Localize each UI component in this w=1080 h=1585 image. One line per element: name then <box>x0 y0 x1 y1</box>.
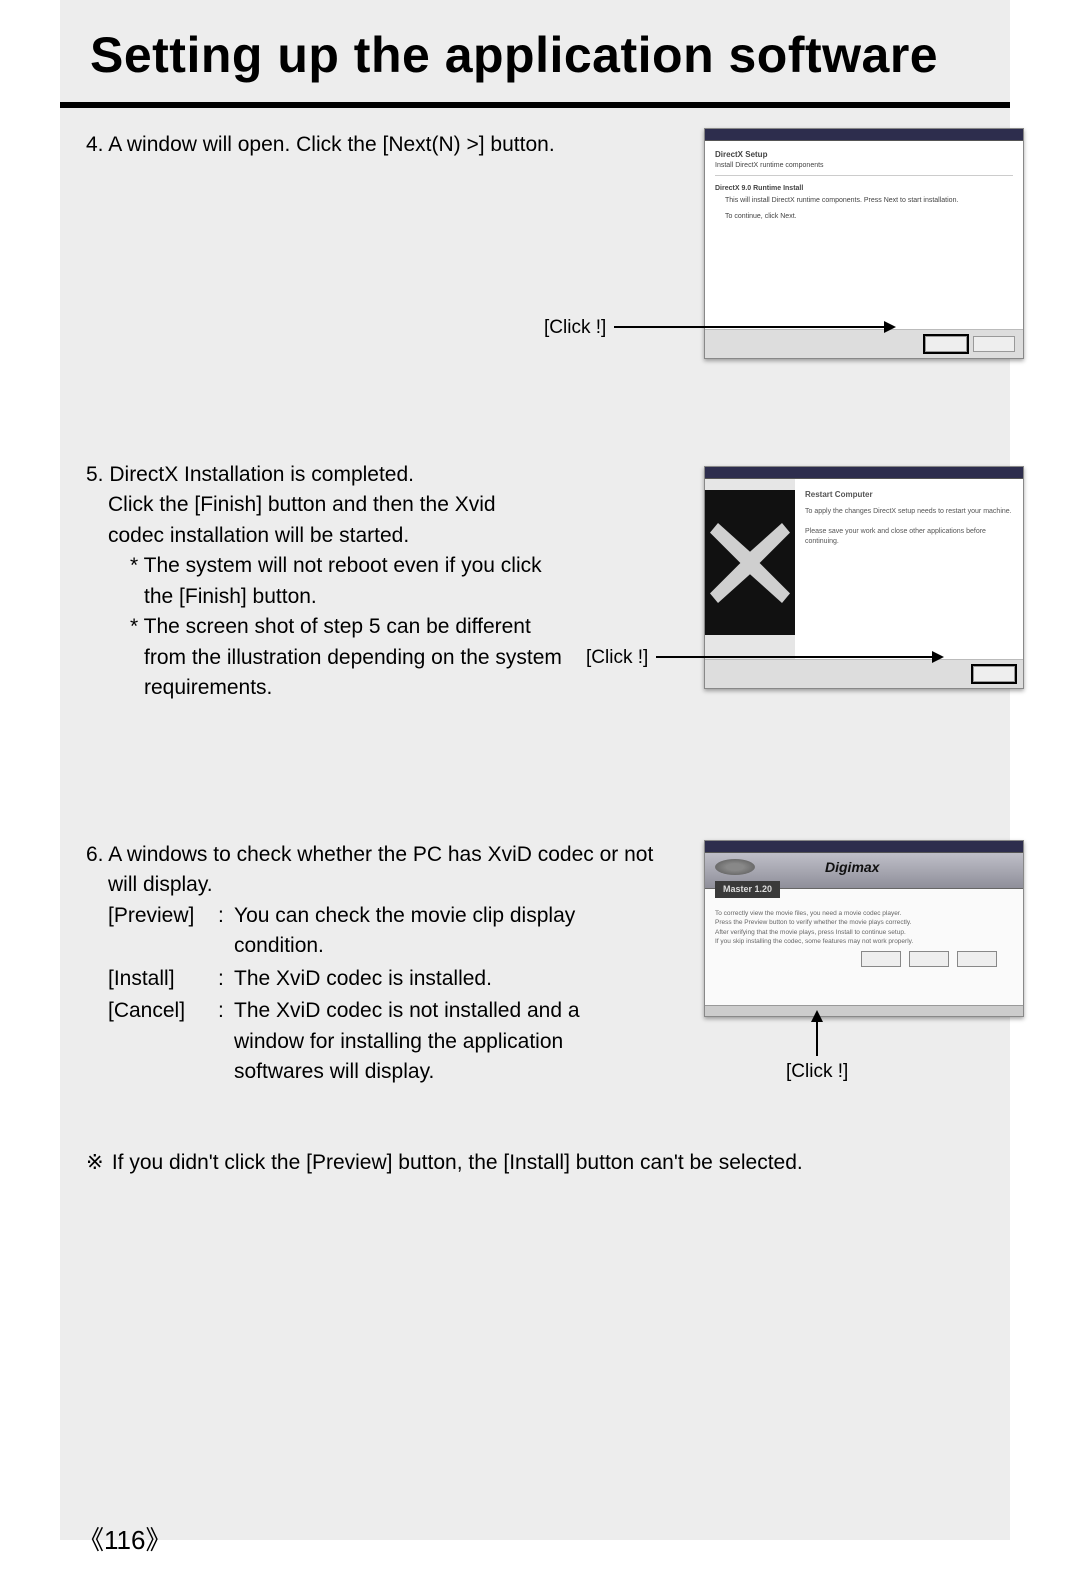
footnote: ※ If you didn't click the [Preview] butt… <box>86 1148 1010 1178</box>
step-5-arrow <box>656 656 942 658</box>
fig4-section: DirectX 9.0 Runtime Install <box>715 184 1013 194</box>
step-5-note1b: the [Finish] button. <box>86 582 646 612</box>
step-6-preview-desc: You can check the movie clip display con… <box>234 901 634 962</box>
step-5-line1: DirectX Installation is completed. <box>109 463 414 486</box>
step-6-number: 6. <box>86 843 104 866</box>
step-5-note2c: requirements. <box>86 673 646 703</box>
fig6-body4: If you skip installing the codec, some f… <box>715 937 1013 946</box>
step-5-line3: codec installation will be started. <box>86 521 646 551</box>
fig6-sub: Master 1.20 <box>715 881 780 898</box>
fig5-line2: Please save your work and close other ap… <box>805 527 1015 547</box>
step-6: 6. A windows to check whether the PC has… <box>86 840 1010 1100</box>
step-6-preview-term: [Preview] <box>108 901 218 962</box>
step-4: 4. A window will open. Click the [Next(N… <box>86 130 1010 370</box>
page-title: Setting up the application software <box>60 0 1010 108</box>
step-6-screenshot: Digimax Master 1.20 To correctly view th… <box>704 840 1024 1017</box>
step-4-screenshot: DirectX Setup Install DirectX runtime co… <box>704 128 1024 359</box>
step-6-install-desc: The XviD codec is installed. <box>234 964 634 994</box>
fig4-sub: Install DirectX runtime components <box>715 161 1013 171</box>
fig5-line1: To apply the changes DirectX setup needs… <box>805 507 1015 517</box>
step-6-cancel-desc: The XviD codec is not installed and a wi… <box>234 996 634 1087</box>
fig4-cancel-button <box>973 336 1015 352</box>
fig6-cancel-button <box>957 951 997 967</box>
fig6-install-button <box>909 951 949 967</box>
fig6-preview-button <box>861 951 901 967</box>
fig4-line1: This will install DirectX runtime compon… <box>725 196 1013 206</box>
fig5-heading: Restart Computer <box>805 489 1015 501</box>
step-6-install-term: [Install] <box>108 964 218 994</box>
step-6-arrow <box>816 1012 818 1056</box>
fig4-next-button <box>925 336 967 352</box>
footnote-mark: ※ <box>86 1148 106 1178</box>
fig5-x-icon <box>705 490 795 635</box>
step-4-number: 4. <box>86 133 104 156</box>
step-5-note2b: from the illustration depending on the s… <box>86 643 646 673</box>
step-6-intro1: A windows to check whether the PC has Xv… <box>108 843 653 866</box>
step-5-number: 5. <box>86 463 104 486</box>
fig6-body3: After verifying that the movie plays, pr… <box>715 928 1013 937</box>
step-4-click-label: [Click !] <box>544 314 606 342</box>
footnote-text: If you didn't click the [Preview] button… <box>112 1151 803 1174</box>
step-5-note1a: * The system will not reboot even if you… <box>86 551 646 581</box>
step-4-text: A window will open. Click the [Next(N) >… <box>108 133 554 156</box>
step-5-line2: Click the [Finish] button and then the X… <box>86 490 646 520</box>
fig6-brand: Digimax <box>825 859 879 875</box>
fig4-heading: DirectX Setup <box>715 149 1013 161</box>
step-5-click-label: [Click !] <box>586 644 648 672</box>
step-5: 5. DirectX Installation is completed. Cl… <box>86 460 1010 720</box>
step-5-note2a: * The screen shot of step 5 can be diffe… <box>86 612 646 642</box>
fig6-body1: To correctly view the movie files, you n… <box>715 909 1013 918</box>
step-6-cancel-term: [Cancel] <box>108 996 218 1087</box>
fig6-logo-icon <box>715 859 755 875</box>
page-number: 《116》 <box>78 1520 171 1557</box>
fig4-line2: To continue, click Next. <box>725 212 1013 222</box>
step-6-click-label: [Click !] <box>786 1058 848 1086</box>
step-4-arrow <box>614 326 894 328</box>
fig6-body2: Press the Preview button to verify wheth… <box>715 918 1013 927</box>
fig5-finish-button <box>973 666 1015 682</box>
